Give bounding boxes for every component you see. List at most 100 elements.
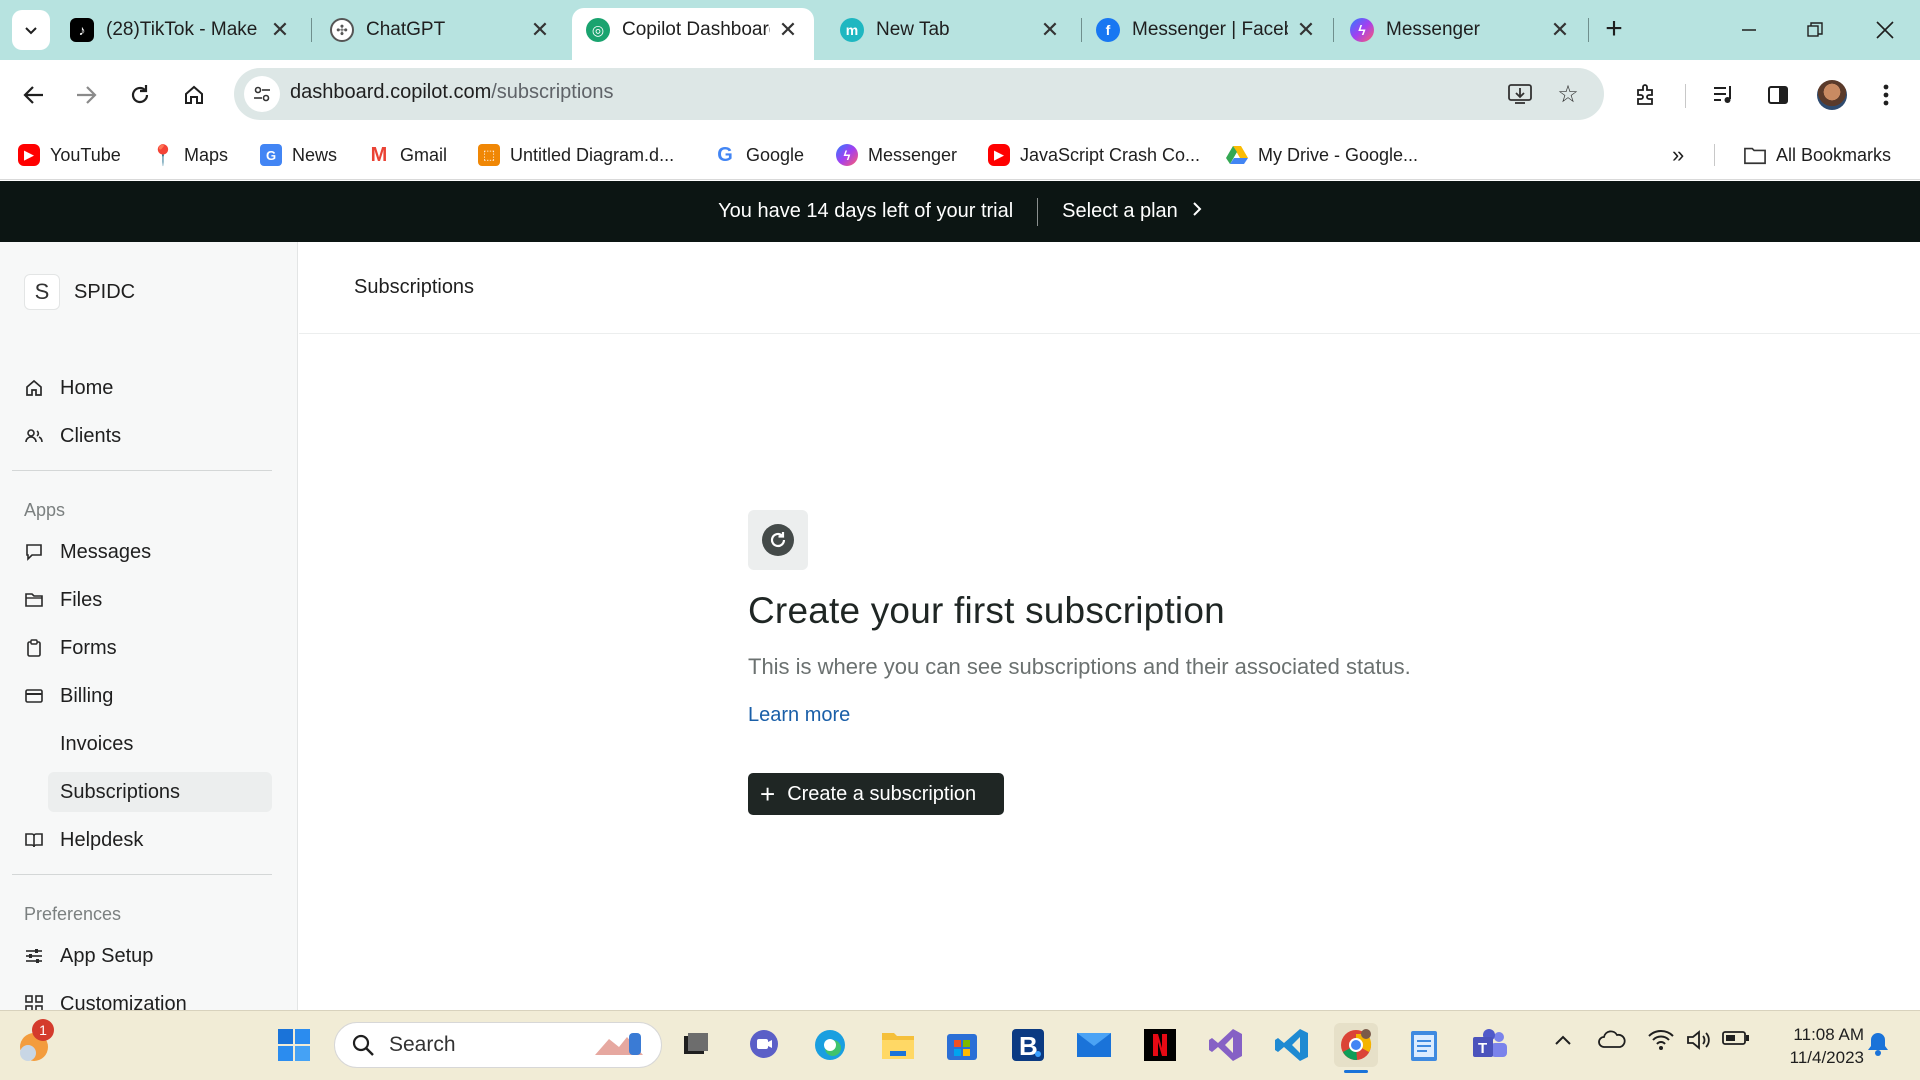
bookmark-messenger[interactable]: ϟ Messenger [836,140,957,170]
tab-messenger[interactable]: ϟ Messenger ✕ [1336,8,1586,52]
bookmark-youtube[interactable]: ▶ YouTube [18,140,121,170]
sidebar-item-app-setup[interactable]: App Setup [12,936,272,976]
close-icon[interactable]: ✕ [268,17,292,42]
close-window-button[interactable] [1860,10,1910,50]
all-bookmarks-button[interactable]: All Bookmarks [1744,140,1891,170]
close-icon[interactable]: ✕ [776,17,800,42]
taskbar-chrome[interactable] [1334,1023,1378,1073]
bookmark-label: My Drive - Google... [1258,144,1419,165]
close-icon[interactable]: ✕ [1294,17,1318,42]
restore-button[interactable] [1790,10,1840,50]
taskbar-notepad[interactable] [1402,1023,1446,1067]
bookmark-label: JavaScript Crash Co... [1020,144,1201,165]
bookmark-javascript-crash-course[interactable]: ▶ JavaScript Crash Co... [988,140,1200,170]
weather-widget[interactable]: 1 [12,1019,56,1067]
notifications-button[interactable] [1866,1031,1890,1062]
bookmark-news[interactable]: G News [260,140,337,170]
url-text[interactable]: dashboard.copilot.com/subscriptions [290,81,614,104]
preferences-section-label: Preferences [24,904,122,924]
taskbar-search[interactable]: Search [334,1022,662,1068]
onedrive-button[interactable] [1598,1029,1626,1055]
home-button[interactable] [174,75,214,115]
taskbar-edge[interactable] [808,1023,852,1067]
extensions-button[interactable] [1626,75,1666,115]
back-button[interactable] [14,75,54,115]
tab-messenger-facebook[interactable]: f Messenger | Faceb ✕ [1082,8,1332,52]
taskbar-mail[interactable] [1072,1023,1116,1067]
close-icon[interactable]: ✕ [1548,17,1572,42]
sidebar-item-label: Subscriptions [60,780,181,803]
bookmark-google[interactable]: G Google [714,140,804,170]
more-bookmarks-button[interactable]: » [1672,140,1684,170]
page-header: Subscriptions [299,242,1920,334]
tab-copilot-dashboard[interactable]: ◎ Copilot Dashboard ✕ [572,8,814,60]
close-icon[interactable]: ✕ [528,17,552,42]
taskbar-store[interactable] [940,1023,984,1067]
search-label: Search [389,1033,456,1056]
sidebar-item-subscriptions[interactable]: Subscriptions [48,772,272,812]
sidebar-item-customization[interactable]: Customization [12,984,272,1010]
site-info-button[interactable] [244,76,280,112]
profile-button[interactable] [1812,75,1852,115]
learn-more-link[interactable]: Learn more [748,704,850,727]
taskbar-task-view[interactable] [674,1023,718,1067]
bookmark-gmail[interactable]: M Gmail [368,140,447,170]
taskbar-booking[interactable]: B [1006,1023,1050,1067]
media-control-button[interactable] [1704,75,1744,115]
create-subscription-button[interactable]: + Create a subscription [748,773,1004,815]
close-icon[interactable]: ✕ [1038,17,1062,42]
battery-button[interactable] [1722,1029,1750,1053]
forward-button[interactable] [66,75,106,115]
taskbar-chat[interactable] [742,1023,786,1067]
new-tab-button[interactable]: + [1598,14,1630,46]
search-icon [352,1034,374,1056]
sidebar-item-forms[interactable]: Forms [12,628,272,668]
empty-state-description: This is where you can see subscriptions … [748,654,1411,679]
select-plan-link[interactable]: Select a plan [1062,200,1202,223]
sidebar-item-clients[interactable]: Clients [12,416,272,456]
clipboard-icon [24,638,44,658]
menu-button[interactable] [1866,75,1906,115]
bookmark-untitled-diagram[interactable]: ⬚ Untitled Diagram.d... [478,140,674,170]
taskbar-file-explorer[interactable] [876,1023,920,1067]
google-icon: G [717,143,733,166]
minimize-icon [1742,29,1756,31]
banner-divider [1037,197,1039,226]
side-panel-button[interactable] [1758,75,1798,115]
sidebar-item-invoices[interactable]: Invoices [48,724,272,764]
minimize-button[interactable] [1724,10,1774,50]
tab-tiktok[interactable]: ♪ (28)TikTok - Make ✕ [56,8,306,52]
sidebar-item-label: Home [60,376,114,399]
taskbar-clock[interactable]: 11:08 AM 11/4/2023 [1764,1023,1864,1069]
chatgpt-icon: ✣ [330,18,354,42]
taskbar-visual-studio[interactable] [1204,1023,1248,1067]
sidebar-item-messages[interactable]: Messages [12,532,272,572]
wifi-button[interactable] [1648,1029,1674,1057]
sidebar-item-home[interactable]: Home [12,368,272,408]
bookmark-maps[interactable]: 📍 Maps [151,140,228,170]
volume-button[interactable] [1686,1029,1712,1057]
show-hidden-icons-button[interactable] [1554,1029,1572,1052]
sidebar-item-billing[interactable]: Billing [12,676,272,716]
notification-badge: 1 [32,1019,54,1041]
netflix-icon [1144,1029,1176,1061]
reload-button[interactable] [120,75,160,115]
taskbar-netflix[interactable] [1138,1023,1182,1067]
workspace-switcher[interactable]: S SPIDC [24,274,135,310]
bookmark-my-drive[interactable]: My Drive - Google... [1226,140,1418,170]
tab-new-tab[interactable]: m New Tab ✕ [826,8,1076,52]
sidebar-item-files[interactable]: Files [12,580,272,620]
install-app-icon[interactable] [1506,80,1534,108]
taskbar-vscode[interactable] [1270,1023,1314,1067]
home-icon [185,85,203,104]
messenger-icon: ϟ [1350,18,1374,42]
start-button[interactable] [272,1023,316,1067]
tab-separator [1588,18,1589,42]
address-bar[interactable]: dashboard.copilot.com/subscriptions ☆ [234,68,1604,120]
tab-chatgpt[interactable]: ✣ ChatGPT ✕ [316,8,566,52]
taskbar-teams[interactable]: T [1468,1023,1512,1067]
trial-message: You have 14 days left of your trial [718,200,1014,222]
bookmark-star-icon[interactable]: ☆ [1554,80,1582,108]
tab-search-button[interactable] [12,10,50,50]
sidebar-item-helpdesk[interactable]: Helpdesk [12,820,272,860]
